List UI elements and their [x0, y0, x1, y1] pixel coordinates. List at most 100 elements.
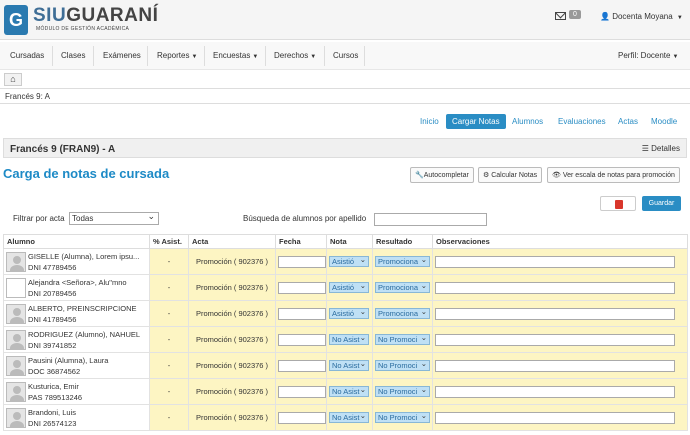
nota-select[interactable]: No Asist ⌄ — [329, 412, 369, 423]
resultado-select[interactable]: No Promoci ⌄ — [375, 386, 430, 397]
observaciones-cell — [432, 326, 688, 353]
fecha-input[interactable] — [278, 281, 326, 294]
nav-clases[interactable]: Clases — [61, 51, 85, 60]
resultado-select[interactable]: No Promoci ⌄ — [375, 412, 430, 423]
list-icon: ☰ — [641, 144, 652, 153]
observaciones-input[interactable] — [435, 411, 675, 424]
perfil-selector[interactable]: Perfil: Docente ▼ — [618, 51, 678, 60]
table-row: Brandoni, Luis DNI 26574123 - Promoción (… — [3, 404, 688, 431]
observaciones-input[interactable] — [435, 333, 675, 346]
observaciones-cell — [432, 300, 688, 327]
nota-cell: No Asist ⌄ — [326, 404, 373, 431]
observaciones-input[interactable] — [435, 307, 675, 320]
alumno-info: Kusturica, Emir PAS 789513246 — [28, 381, 144, 403]
alumno-info: RODRIGUEZ (Alumno), NAHUEL DNI 39741852 — [28, 329, 144, 351]
nav-cursadas[interactable]: Cursadas — [10, 51, 44, 60]
nota-select[interactable]: Asistió ⌄ — [329, 282, 369, 293]
nav-divider — [147, 46, 148, 66]
fecha-input[interactable] — [278, 255, 326, 268]
table-row: Kusturica, Emir PAS 789513246 - Promoción… — [3, 378, 688, 405]
chevron-down-icon: ▼ — [191, 54, 198, 60]
resultado-select[interactable]: No Promoci ⌄ — [375, 334, 430, 345]
eye-icon: 👁 — [552, 172, 563, 179]
chevron-down-icon: ⌄ — [359, 256, 366, 264]
fecha-input[interactable] — [278, 333, 326, 346]
resultado-select[interactable]: No Promoci ⌄ — [375, 360, 430, 371]
calcular-notas-label: Calcular Notas — [491, 172, 538, 179]
autocompletar-button[interactable]: 🔧Autocompletar — [410, 167, 474, 183]
tab-moodle[interactable]: Moodle — [651, 117, 677, 126]
nota-select[interactable]: Asistió ⌄ — [329, 256, 369, 267]
fecha-input[interactable] — [278, 411, 326, 424]
nota-select[interactable]: Asistió ⌄ — [329, 308, 369, 319]
fecha-cell — [275, 274, 327, 301]
filter-acta-select[interactable]: Todas — [69, 211, 159, 225]
main-nav: Cursadas Clases Exámenes Reportes ▼ Encue… — [0, 42, 690, 70]
breadcrumb: Francés 9: A — [0, 88, 690, 104]
table-row: Alejandra <Señora>, Alu"mno DNI 20789456 … — [3, 274, 688, 301]
avatar — [6, 355, 26, 376]
logo-subtitle: MÓDULO DE GESTIÓN ACADÉMICA — [36, 26, 130, 32]
nota-select[interactable]: No Asist ⌄ — [329, 334, 369, 345]
nota-value: No Asist — [332, 413, 360, 422]
nav-encuestas[interactable]: Encuestas ▼ — [213, 51, 258, 60]
avatar — [6, 303, 26, 324]
alumno-doc: DNI 47789456 — [28, 262, 77, 272]
observaciones-input[interactable] — [435, 359, 675, 372]
resultado-cell: No Promoci ⌄ — [372, 326, 433, 353]
chevron-down-icon: ⌄ — [420, 282, 427, 290]
guardar-button[interactable]: Guardar — [642, 196, 681, 211]
nota-select[interactable]: No Asist ⌄ — [329, 386, 369, 397]
home-icon[interactable]: ⌂ — [4, 73, 22, 86]
search-input[interactable] — [374, 213, 487, 226]
acta-cell: Promoción ( 902376 ) — [188, 378, 276, 405]
fecha-input[interactable] — [278, 359, 326, 372]
ver-escala-button[interactable]: 👁 Ver escala de notas para promoción — [547, 167, 680, 183]
resultado-select[interactable]: Promociona ⌄ — [375, 308, 430, 319]
tab-inicio[interactable]: Inicio — [420, 117, 439, 126]
observaciones-input[interactable] — [435, 255, 675, 268]
observaciones-input[interactable] — [435, 281, 675, 294]
wrench-icon: 🔧 — [415, 172, 424, 179]
detalles-toggle[interactable]: ☰ Detalles — [642, 144, 680, 153]
nav-examenes[interactable]: Exámenes — [103, 51, 141, 60]
tab-alumnos[interactable]: Alumnos — [512, 117, 543, 126]
tab-cargar-notas[interactable]: Cargar Notas — [446, 114, 506, 129]
calcular-notas-button[interactable]: ⚙ Calcular Notas — [478, 167, 543, 183]
resultado-value: Promociona — [378, 309, 419, 318]
avatar — [6, 407, 26, 428]
observaciones-input[interactable] — [435, 385, 675, 398]
resultado-cell: Promociona ⌄ — [372, 248, 433, 275]
resultado-value: No Promoci — [378, 361, 418, 370]
nota-cell: No Asist ⌄ — [326, 326, 373, 353]
nota-select[interactable]: No Asist ⌄ — [329, 360, 369, 371]
mail-icon[interactable] — [555, 12, 566, 20]
grades-table: Alumno % Asist. Acta Fecha Nota Resultad… — [3, 234, 688, 431]
alumno-name: GISELLE (Alumna), Lorem ipsu... — [28, 251, 140, 261]
nav-derechos[interactable]: Derechos ▼ — [274, 51, 316, 60]
tab-actas[interactable]: Actas — [618, 117, 638, 126]
resultado-cell: Promociona ⌄ — [372, 300, 433, 327]
asistencia-cell: - — [149, 248, 189, 275]
nav-cursos[interactable]: Cursos — [333, 51, 358, 60]
nota-value: No Asist — [332, 335, 360, 344]
nav-divider — [265, 46, 266, 66]
pdf-export-button[interactable] — [600, 196, 636, 211]
logo-title-guarani: GUARANÍ — [66, 5, 159, 26]
asistencia-cell: - — [149, 404, 189, 431]
fecha-input[interactable] — [278, 307, 326, 320]
course-title: Francés 9 (FRAN9) - A — [10, 144, 116, 155]
resultado-select[interactable]: Promociona ⌄ — [375, 282, 430, 293]
tab-evaluaciones[interactable]: Evaluaciones — [558, 117, 606, 126]
user-menu[interactable]: 👤 Docenta Moyana ▼ — [600, 12, 683, 21]
fecha-cell — [275, 326, 327, 353]
nav-reportes[interactable]: Reportes ▼ — [157, 51, 197, 60]
resultado-select[interactable]: Promociona ⌄ — [375, 256, 430, 267]
autocompletar-label: Autocompletar — [423, 172, 469, 179]
mail-count-badge[interactable]: 0 — [569, 10, 581, 19]
chevron-down-icon: ⌄ — [359, 386, 366, 394]
user-name: Docenta Moyana — [612, 12, 673, 21]
nota-value: Asistió — [332, 283, 355, 292]
fecha-input[interactable] — [278, 385, 326, 398]
nav-reportes-label: Reportes — [157, 51, 190, 60]
